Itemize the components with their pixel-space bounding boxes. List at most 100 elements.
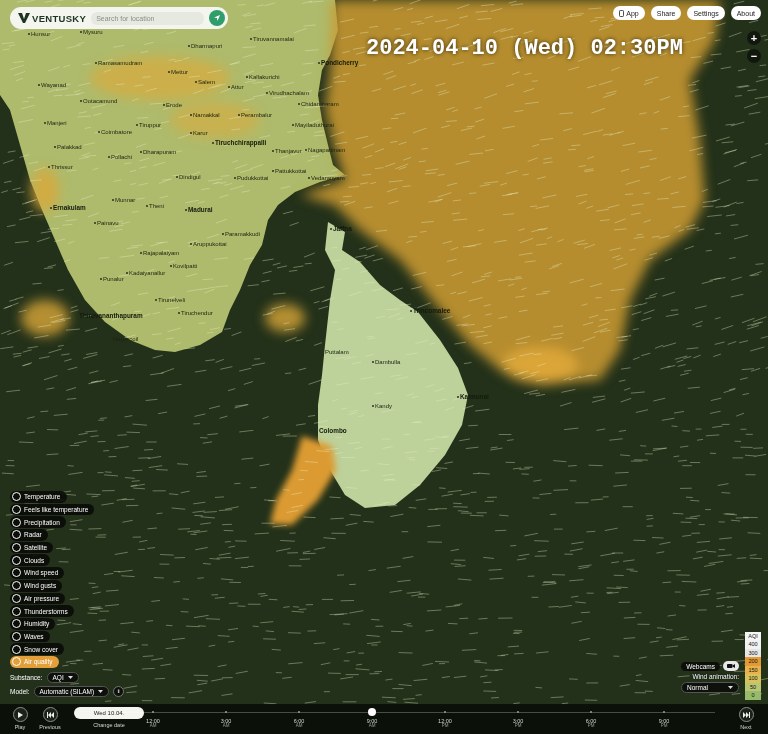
place-label[interactable]: Kandy (372, 403, 392, 409)
place-label[interactable]: Puttalam (322, 349, 349, 355)
place-dot (28, 33, 30, 35)
place-label[interactable]: Pattukkottai (272, 168, 306, 174)
search-input[interactable] (91, 12, 204, 25)
place-label[interactable]: Nagercoil (110, 336, 138, 342)
date-pill[interactable]: Wed 10.04. (74, 707, 144, 719)
place-label[interactable]: Thanjavur (272, 148, 302, 154)
info-button[interactable]: i (113, 686, 124, 697)
place-label[interactable]: Attur (228, 84, 244, 90)
place-label[interactable]: Rajapalaiyam (140, 250, 179, 256)
layer-item[interactable]: Satellite (10, 542, 53, 554)
place-label[interactable]: Pudukkottai (234, 175, 268, 181)
place-label[interactable]: Kallakurichi (246, 74, 280, 80)
previous-control[interactable]: Previous (38, 707, 62, 730)
webcams-toggle[interactable] (723, 661, 739, 671)
zoom-button[interactable]: − (747, 49, 761, 63)
place-label[interactable]: Karur (190, 130, 208, 136)
place-label[interactable]: Pollachi (108, 154, 132, 160)
nav-button[interactable]: Settings (687, 6, 724, 20)
place-label[interactable]: Trincomalee (410, 308, 450, 314)
layer-item[interactable]: Snow cover (10, 643, 64, 655)
place-label[interactable]: Nagapattinam (305, 147, 345, 153)
place-label[interactable]: Theni (146, 203, 164, 209)
place-label[interactable]: Dambulla (372, 359, 400, 365)
wind-animation-select[interactable]: Normal (681, 682, 739, 693)
layer-item[interactable]: Wind gusts (10, 580, 62, 592)
layer-item[interactable]: Humidity (10, 618, 55, 630)
layer-item[interactable]: Air pressure (10, 593, 65, 605)
locate-button[interactable] (209, 10, 225, 26)
layer-item[interactable]: Waves (10, 631, 50, 643)
place-label[interactable]: Ootacamund (80, 98, 117, 104)
layer-item[interactable]: Thunderstorms (10, 605, 74, 617)
play-control[interactable]: Play (8, 707, 32, 730)
place-label[interactable]: Virudhachalam (266, 90, 309, 96)
place-label[interactable]: Mettur (168, 69, 188, 75)
place-label[interactable]: Mayiladuthurai (292, 122, 334, 128)
date-picker[interactable]: Wed 10.04.Change date (74, 707, 144, 728)
place-label[interactable]: Salem (195, 79, 215, 85)
place-label[interactable]: Tiruppur (136, 122, 161, 128)
time-tick[interactable]: 9:00AM (361, 707, 383, 729)
place-label[interactable]: Ernakulam (50, 205, 86, 211)
place-label[interactable]: Thrissur (48, 164, 73, 170)
time-track[interactable]: 12:00AM 3:00AM 6:00AM 9:00AM 12:00PM 3:00PM 6:… (142, 707, 675, 729)
layer-item[interactable]: Temperature (10, 491, 67, 503)
place-label[interactable]: Madurai (185, 207, 213, 213)
place-label[interactable]: Tiruchchirappalli (212, 140, 266, 146)
place-label[interactable]: Namakkal (190, 112, 220, 118)
place-label[interactable]: Tirunelveli (155, 297, 185, 303)
place-label[interactable]: Erode (163, 102, 182, 108)
place-label[interactable]: Dharmapuri (188, 43, 222, 49)
zoom-button[interactable]: + (747, 31, 761, 45)
nav-button[interactable]: Share (651, 6, 682, 20)
place-label[interactable]: Tiruchendur (178, 310, 213, 316)
place-label[interactable]: Palakkad (54, 144, 82, 150)
place-label[interactable]: Tiruvannamalai (250, 36, 294, 42)
time-tick[interactable]: 9:00PM (653, 707, 675, 729)
time-tick[interactable]: 12:00PM (434, 707, 456, 729)
place-label[interactable]: Dindigul (176, 174, 201, 180)
place-label[interactable]: Kalmunai (457, 394, 489, 400)
substance-select[interactable]: AQI (47, 672, 79, 683)
place-label[interactable]: Painavu (94, 220, 119, 226)
place-label[interactable]: Pondicherry (318, 60, 358, 66)
nav-button[interactable]: App (613, 6, 644, 20)
place-label[interactable]: Paramakkudi (222, 231, 260, 237)
place-label[interactable]: Colombo (316, 428, 347, 434)
place-label[interactable]: Ramasamudram (95, 60, 142, 66)
place-label[interactable]: Kadaiyanallur (126, 270, 165, 276)
layer-item[interactable]: Wind speed (10, 567, 64, 579)
place-label[interactable]: Punalur (100, 276, 124, 282)
layer-item[interactable]: Radar (10, 529, 48, 541)
place-label[interactable]: Aruppukottai (190, 241, 227, 247)
place-label[interactable]: Chidambaram (298, 101, 339, 107)
place-label[interactable]: Dharapuram (140, 149, 176, 155)
place-label[interactable]: Coimbatore (98, 129, 132, 135)
time-tick[interactable]: 3:00PM (507, 707, 529, 729)
time-tick[interactable]: 3:00AM (215, 707, 237, 729)
map-canvas[interactable] (0, 0, 768, 734)
layer-circle-icon (12, 594, 21, 603)
layer-item[interactable]: Precipitation (10, 516, 66, 528)
place-label[interactable]: Manjeri (44, 120, 67, 126)
place-label[interactable]: Wayanad (38, 82, 66, 88)
time-tick[interactable]: 6:00PM (580, 707, 602, 729)
layer-item[interactable]: Air quality (10, 656, 59, 668)
layer-item[interactable]: Clouds (10, 554, 50, 566)
next-control[interactable]: Next (734, 707, 758, 730)
place-label[interactable]: Hunsur (28, 31, 50, 37)
time-tick[interactable]: 6:00AM (288, 707, 310, 729)
place-label[interactable]: Mysuru (80, 29, 103, 35)
model-select[interactable]: Automatic (SILAM) (34, 686, 110, 697)
place-label[interactable]: Vedaranyam (308, 175, 345, 181)
place-label[interactable]: Perambalur (238, 112, 272, 118)
layer-item[interactable]: Feels like temperature (10, 504, 94, 516)
logo[interactable]: VENTUSKY (18, 13, 86, 24)
place-label[interactable]: Munnar (112, 197, 135, 203)
place-label[interactable]: Jaffna (330, 226, 352, 232)
place-label[interactable]: Thiruvananthapuram (76, 313, 143, 319)
nav-button[interactable]: About (731, 6, 761, 20)
time-tick[interactable]: 12:00AM (142, 707, 164, 729)
place-label[interactable]: Kovilpatti (170, 263, 197, 269)
